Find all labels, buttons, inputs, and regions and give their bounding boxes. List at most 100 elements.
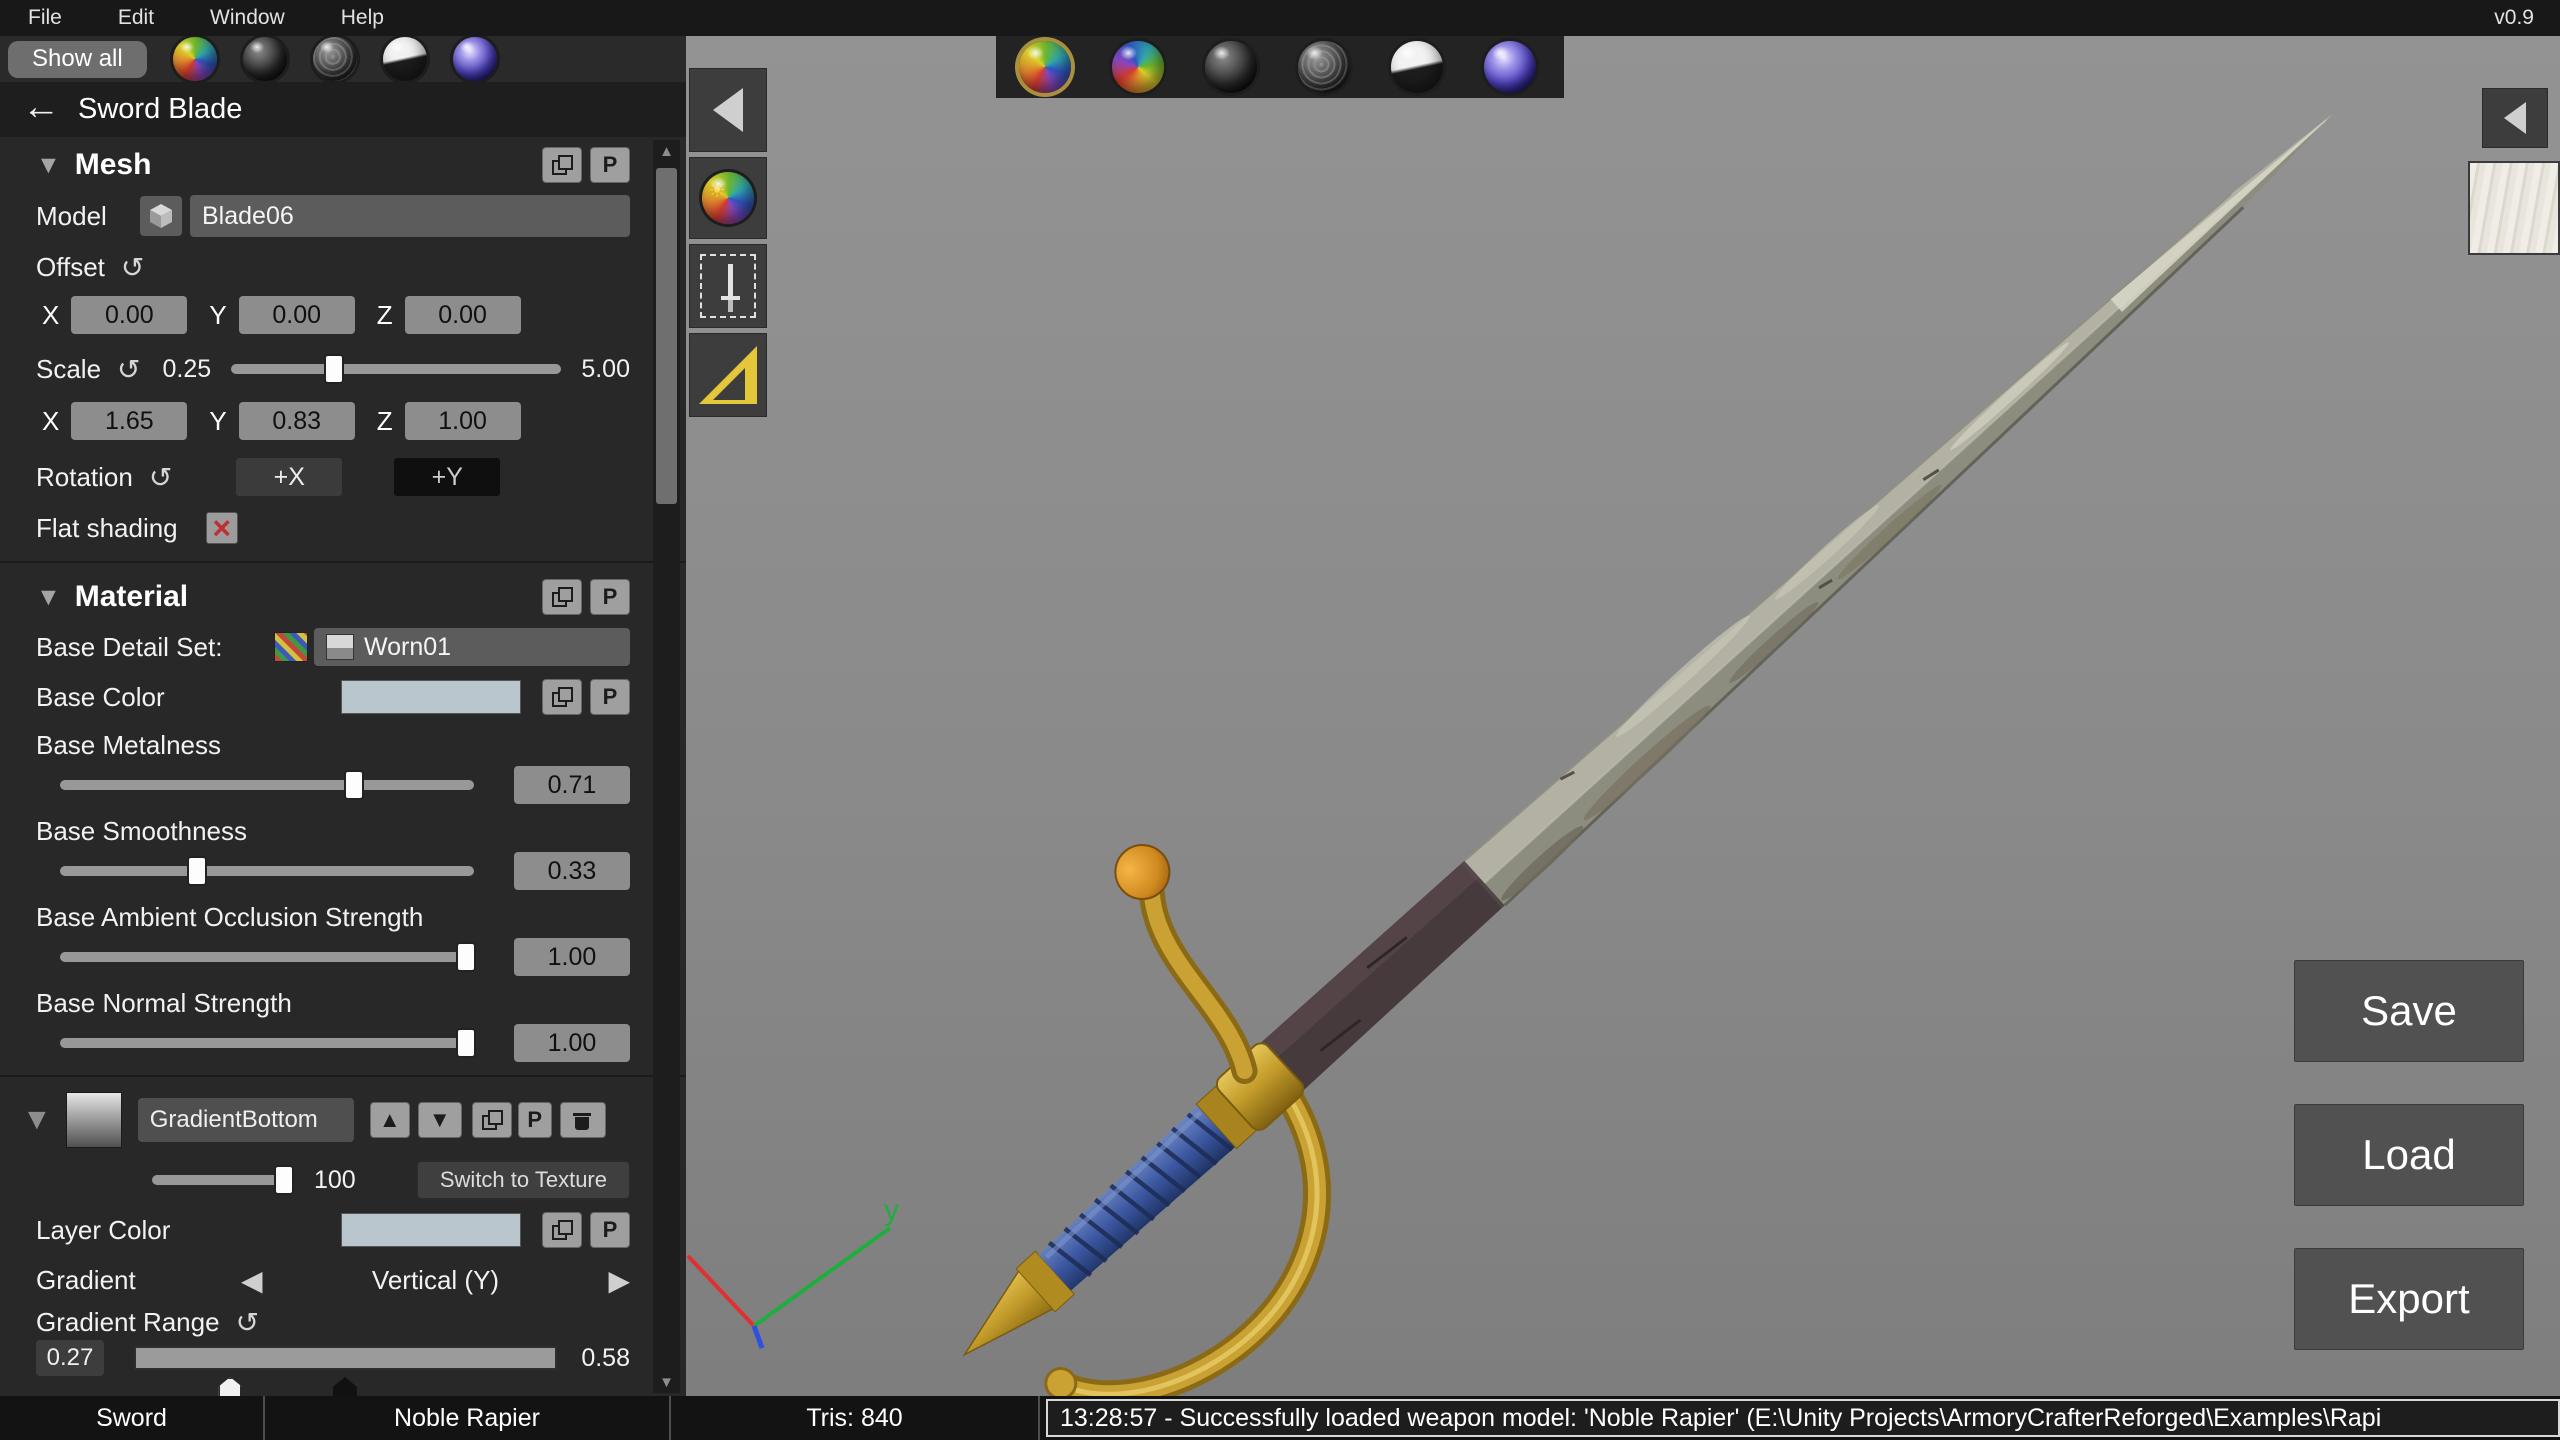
base-normal-value[interactable]: 1.00 <box>514 1024 630 1062</box>
texture-preview-thumbnail[interactable] <box>2468 161 2560 255</box>
layer-color-swatch[interactable] <box>341 1213 521 1247</box>
base-detail-row: Base Detail Set: Worn01 <box>36 627 630 667</box>
offset-x-field[interactable]: 0.00 <box>71 296 187 334</box>
material-sphere-rainbow-selected[interactable] <box>1019 41 1071 93</box>
base-metalness-value[interactable]: 0.71 <box>514 766 630 804</box>
material-sphere-blue[interactable] <box>453 37 497 81</box>
rotation-reset-icon[interactable]: ↺ <box>149 461 172 494</box>
collapse-triangle-icon[interactable]: ▼ <box>36 151 61 180</box>
layer-opacity-slider[interactable] <box>152 1175 292 1185</box>
material-paste-button[interactable]: P <box>590 579 630 615</box>
gradient-next-arrow-icon[interactable]: ▶ <box>608 1264 630 1297</box>
base-ao-handle[interactable] <box>456 942 476 972</box>
menu-window[interactable]: Window <box>182 6 313 30</box>
layer-name-field[interactable]: GradientBottom <box>138 1098 354 1142</box>
gradient-prev-arrow-icon[interactable]: ◀ <box>241 1264 263 1297</box>
material-sphere-rainbow-2[interactable] <box>1112 41 1164 93</box>
layer-copy-button[interactable] <box>472 1102 512 1138</box>
material-section-header[interactable]: ▼ Material P <box>36 575 630 619</box>
ruler-button[interactable] <box>689 333 767 417</box>
offset-y-field[interactable]: 0.00 <box>239 296 355 334</box>
measure-weapon-button[interactable] <box>689 244 767 328</box>
gradient-range-reset-icon[interactable]: ↺ <box>236 1306 259 1339</box>
base-normal-handle[interactable] <box>456 1028 476 1058</box>
gradient-range-track[interactable] <box>134 1346 557 1370</box>
layer-paste-button[interactable]: P <box>518 1102 552 1138</box>
flat-shading-checkbox[interactable]: × <box>206 512 238 544</box>
base-smoothness-label: Base Smoothness <box>36 816 247 847</box>
mesh-paste-button[interactable]: P <box>590 147 630 183</box>
gradient-label: Gradient <box>36 1265 241 1296</box>
material-sphere-speckled[interactable] <box>313 37 357 81</box>
menu-help[interactable]: Help <box>313 6 412 30</box>
right-panel-collapse-button[interactable] <box>2482 88 2548 148</box>
base-smoothness-slider[interactable] <box>60 866 474 876</box>
base-metalness-handle[interactable] <box>344 770 364 800</box>
status-bar: Sword Noble Rapier Tris: 840 13:28:57 - … <box>0 1396 2560 1440</box>
collapse-triangle-icon[interactable]: ▼ <box>36 583 61 612</box>
base-color-paste-button[interactable]: P <box>590 679 630 715</box>
base-smoothness-value[interactable]: 0.33 <box>514 852 630 890</box>
base-ao-slider[interactable] <box>60 952 474 962</box>
lighting-preview-button[interactable]: ☀ <box>689 157 767 239</box>
layer-opacity-value: 100 <box>314 1166 356 1195</box>
rotate-y-button[interactable]: +Y <box>394 458 500 496</box>
range-handle-max[interactable] <box>333 1377 357 1396</box>
mesh-copy-button[interactable] <box>542 147 582 183</box>
layer-color-copy-button[interactable] <box>542 1212 582 1248</box>
base-color-swatch[interactable] <box>341 680 521 714</box>
material-sphere-half[interactable] <box>383 37 427 81</box>
base-smoothness-handle[interactable] <box>187 856 207 886</box>
menu-edit[interactable]: Edit <box>90 6 182 30</box>
gradient-range-min-field[interactable]: 0.27 <box>36 1340 104 1376</box>
scrollbar-thumb[interactable] <box>656 168 677 504</box>
scroll-down-icon[interactable]: ▼ <box>653 1371 680 1393</box>
model-picker-button[interactable] <box>140 196 182 236</box>
scale-y-field[interactable]: 0.83 <box>239 402 355 440</box>
material-sphere-rainbow[interactable] <box>173 37 217 81</box>
material-sphere-blue[interactable] <box>1484 41 1536 93</box>
load-button[interactable]: Load <box>2294 1104 2524 1206</box>
layer-move-up-button[interactable]: ▲ <box>370 1102 410 1138</box>
material-sphere-speckled[interactable] <box>1298 41 1350 93</box>
axis-gizmo <box>688 1228 890 1348</box>
scale-slider-handle[interactable] <box>324 354 344 384</box>
offset-reset-icon[interactable]: ↺ <box>121 251 144 284</box>
material-copy-button[interactable] <box>542 579 582 615</box>
detail-set-swatch-icon[interactable] <box>274 632 308 662</box>
material-sphere-dark[interactable] <box>243 37 287 81</box>
layer-delete-button[interactable] <box>560 1102 606 1138</box>
scale-x-field[interactable]: 1.65 <box>71 402 187 440</box>
model-name-field[interactable]: Blade06 <box>190 195 630 237</box>
save-button[interactable]: Save <box>2294 960 2524 1062</box>
base-metalness-slider[interactable] <box>60 780 474 790</box>
scale-z-field[interactable]: 1.00 <box>405 402 521 440</box>
range-handle-min[interactable] <box>218 1377 242 1396</box>
panel-scrollbar[interactable]: ▲ ▼ <box>653 140 680 1393</box>
panel-collapse-button[interactable] <box>689 68 767 152</box>
viewport-3d[interactable]: y <box>686 36 2560 1396</box>
layer-opacity-handle[interactable] <box>274 1165 294 1195</box>
layer-collapse-triangle-icon[interactable]: ▼ <box>22 1103 52 1137</box>
menu-file[interactable]: File <box>0 6 90 30</box>
layer-move-down-button[interactable]: ▼ <box>418 1102 462 1138</box>
base-color-copy-button[interactable] <box>542 679 582 715</box>
scale-slider[interactable] <box>231 364 561 374</box>
scale-reset-icon[interactable]: ↺ <box>117 353 140 386</box>
layer-gradient-preview[interactable] <box>66 1092 122 1148</box>
offset-z-field[interactable]: 0.00 <box>405 296 521 334</box>
scroll-up-icon[interactable]: ▲ <box>653 140 680 162</box>
base-normal-slider[interactable] <box>60 1038 474 1048</box>
material-sphere-half[interactable] <box>1391 41 1443 93</box>
show-all-button[interactable]: Show all <box>8 41 147 78</box>
switch-to-texture-button[interactable]: Switch to Texture <box>417 1161 630 1199</box>
material-sphere-dark[interactable] <box>1205 41 1257 93</box>
export-button[interactable]: Export <box>2294 1248 2524 1350</box>
mesh-section-header[interactable]: ▼ Mesh P <box>36 143 630 187</box>
layer-color-paste-button[interactable]: P <box>590 1212 630 1248</box>
sword-render <box>686 36 2560 1396</box>
rotate-x-button[interactable]: +X <box>236 458 342 496</box>
base-ao-value[interactable]: 1.00 <box>514 938 630 976</box>
base-detail-field[interactable]: Worn01 <box>314 628 630 666</box>
back-arrow-icon[interactable]: ← <box>22 86 60 129</box>
